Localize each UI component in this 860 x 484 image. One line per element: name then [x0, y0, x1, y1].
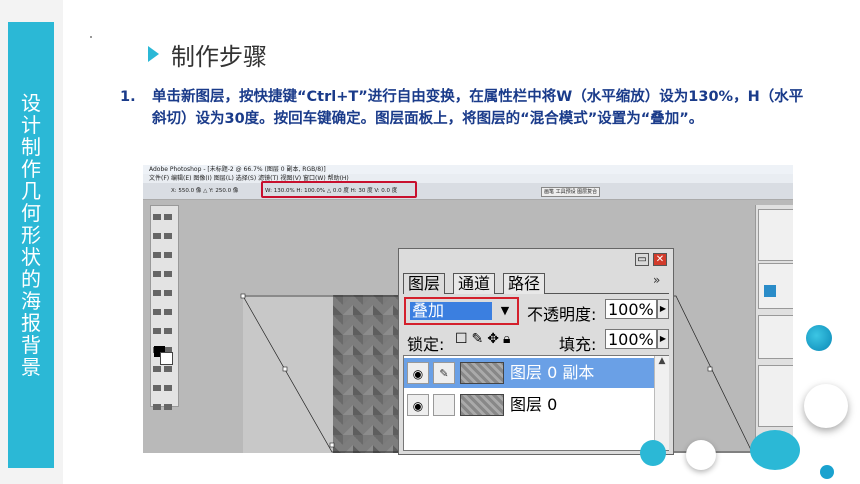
blend-mode-highlight-box: 叠加 ▼ [404, 297, 519, 325]
sidebar-title-char: 计 [21, 113, 41, 137]
empty-link-slot [433, 394, 455, 416]
background-color-swatch [160, 352, 173, 365]
layer-list: ◉ ✎ 图层 0 副本 ◉ 图层 0 ▲ [403, 355, 669, 451]
decorative-circle [820, 465, 834, 479]
decorative-circle [686, 440, 716, 470]
decorative-circle [750, 430, 800, 470]
step-text: 单击新图层，按快捷键“Ctrl+T”进行自由变换，在属性栏中将W（水平缩放）设为… [152, 89, 804, 127]
ps-title-bar: Adobe Photoshop - [未标题-2 @ 66.7% (图层 0 副… [143, 165, 793, 174]
heading-text: 制作步骤 [171, 42, 267, 71]
layer-name: 图层 0 [510, 395, 558, 414]
ps-opts-tabs: 画笔 工具预设 图层复合 [541, 187, 601, 197]
opacity-input[interactable]: 100% [605, 299, 657, 319]
layer-row-base[interactable]: ◉ 图层 0 [404, 390, 654, 420]
panel-tab-bar: 图层 通道 路径 [403, 271, 669, 294]
opacity-arrow-icon[interactable]: ▶ [657, 299, 669, 319]
lock-options-icons[interactable]: ☐✎✥🔒︎ [455, 331, 514, 347]
panel-menu-icon[interactable]: » [653, 273, 660, 287]
sidebar-title-char: 几 [21, 179, 41, 203]
section-heading: 制作步骤 [148, 38, 267, 71]
ps-toolbox [150, 205, 179, 410]
ps-opts-xy: X: 550.0 像 △ Y: 250.0 像 [171, 188, 239, 194]
sidebar-title-char: 背 [21, 333, 41, 357]
layer-name: 图层 0 副本 [510, 363, 595, 382]
step-paragraph: 1. 单击新图层，按快捷键“Ctrl+T”进行自由变换，在属性栏中将W（水平缩放… [120, 86, 810, 130]
ps-right-panels [755, 205, 793, 453]
ps-menu-bar: 文件(F) 编辑(E) 图像(I) 图层(L) 选择(S) 滤镜(T) 视图(V… [143, 174, 793, 183]
sidebar-title-char: 何 [21, 201, 41, 225]
ps-options-bar: X: 550.0 像 △ Y: 250.0 像 W: 130.0% H: 100… [143, 183, 793, 200]
sidebar-title-char: 设 [21, 91, 41, 115]
sidebar-title-char: 形 [21, 223, 41, 247]
sidebar-title-char: 的 [21, 267, 41, 291]
sidebar-accent-bar: 设 计 制 作 几 何 形 状 的 海 报 背 景 [8, 22, 54, 468]
lock-label: 锁定: [407, 335, 445, 354]
sidebar-title-char: 作 [21, 157, 41, 181]
sidebar-title-char: 制 [21, 135, 41, 159]
layers-panel: ▭ ✕ 图层 通道 路径 » 叠加 ▼ 不透明度: 100% ▶ 锁定: ☐✎✥… [398, 248, 674, 455]
chevron-down-icon[interactable]: ▼ [498, 302, 512, 320]
sidebar-title-char: 状 [21, 245, 41, 269]
sidebar-title-char: 海 [21, 289, 41, 313]
layer-thumbnail [460, 362, 504, 384]
eye-icon[interactable]: ◉ [407, 362, 429, 384]
fill-input[interactable]: 100% [605, 329, 657, 349]
eye-icon[interactable]: ◉ [407, 394, 429, 416]
decorative-circle [804, 384, 848, 428]
sidebar-title-char: 景 [21, 355, 41, 379]
fill-arrow-icon[interactable]: ▶ [657, 329, 669, 349]
tab-channels[interactable]: 通道 [453, 273, 496, 294]
opacity-label: 不透明度: [527, 305, 597, 324]
sidebar-title-char: 报 [21, 311, 41, 335]
tab-layers[interactable]: 图层 [403, 273, 446, 294]
fill-label: 填充: [559, 335, 597, 354]
transform-highlight-box [261, 181, 417, 198]
triangle-bullet-icon [148, 46, 159, 62]
swatch-icon [764, 285, 776, 297]
left-sidebar: 设 计 制 作 几 何 形 状 的 海 报 背 景 [0, 0, 63, 484]
decorative-dot [90, 36, 92, 38]
layer-thumbnail [460, 394, 504, 416]
layer-row-copy[interactable]: ◉ ✎ 图层 0 副本 [404, 358, 654, 388]
tab-paths[interactable]: 路径 [503, 273, 546, 294]
decorative-circle [640, 440, 666, 466]
sidebar-vertical-title: 设 计 制 作 几 何 形 状 的 海 报 背 景 [8, 92, 54, 378]
close-icon[interactable]: ✕ [653, 253, 667, 266]
decorative-circle [806, 325, 832, 351]
blend-mode-select[interactable]: 叠加 [410, 302, 492, 320]
step-number: 1. [120, 89, 136, 105]
minimize-icon[interactable]: ▭ [635, 253, 649, 266]
layer-list-scrollbar[interactable]: ▲ [654, 356, 669, 450]
brush-icon: ✎ [433, 362, 455, 384]
